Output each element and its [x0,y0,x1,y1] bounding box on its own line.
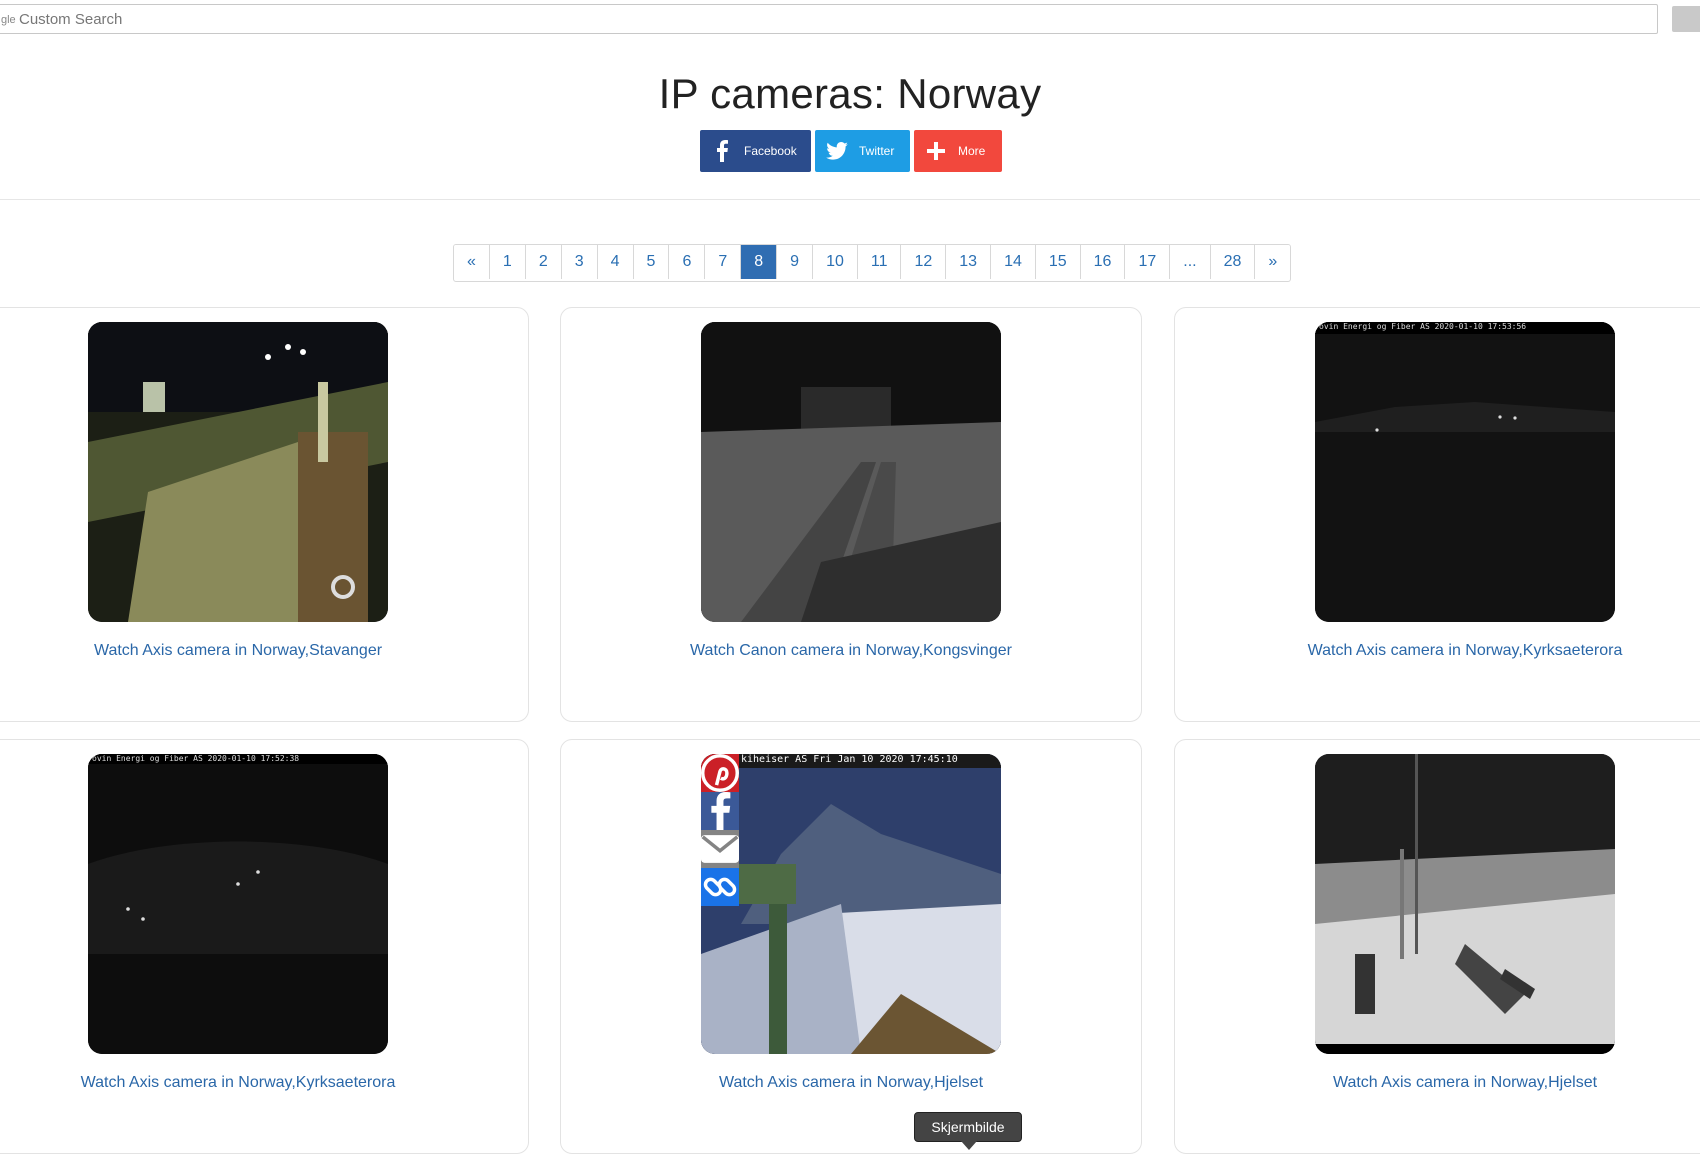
camera-timestamp: kiheiser AS Fri Jan 10 2020 17:45:10 [741,754,958,765]
search-brand: gle [1,14,16,26]
page-7[interactable]: 7 [705,245,742,279]
camera-thumbnail[interactable] [88,322,388,622]
search-input[interactable]: Custom Search [19,11,122,28]
more-share-button[interactable]: More [914,130,1002,172]
page-17[interactable]: 17 [1125,245,1171,279]
link-icon[interactable] [701,868,739,906]
camera-card: kiheiser AS Fri Jan 10 2020 17:45:10 Wat… [560,739,1142,1154]
page-6[interactable]: 6 [669,245,706,279]
camera-thumbnail[interactable]: kiheiser AS Fri Jan 10 2020 17:45:10 [701,754,1001,1054]
twitter-share-button[interactable]: Twitter [815,130,910,172]
camera-card: Watch Axis camera in Norway,Hjelset [1174,739,1700,1154]
page-14[interactable]: 14 [991,245,1036,279]
share-bar: Facebook Twitter More [700,130,1002,172]
camera-link[interactable]: Watch Axis camera in Norway,Stavanger [0,642,528,660]
more-share-label: More [958,144,986,158]
page-4[interactable]: 4 [597,245,634,279]
page-1[interactable]: 1 [489,245,526,279]
header-divider [0,199,1700,200]
search-bar[interactable]: gle Custom Search [0,4,1658,34]
page-9[interactable]: 9 [777,245,814,279]
twitter-share-label: Twitter [859,144,895,158]
camera-thumbnail[interactable] [701,322,1001,622]
page-next[interactable]: » [1255,245,1291,279]
camera-card: Watch Axis camera in Norway,Stavanger [0,307,529,722]
page-title: IP cameras: Norway [658,70,1042,117]
page-13[interactable]: 13 [946,245,992,279]
pinterest-icon[interactable] [701,754,739,792]
page-11[interactable]: 11 [857,245,902,279]
facebook-icon[interactable] [701,792,739,830]
camera-thumbnail[interactable] [1315,754,1615,1054]
twitter-icon [815,142,859,160]
page-28[interactable]: 28 [1210,245,1256,279]
page-3[interactable]: 3 [561,245,598,279]
camera-card: ovin Energi og Fiber AS 2020-01-10 17:53… [1174,307,1700,722]
camera-card: Watch Canon camera in Norway,Kongsvinger [560,307,1142,722]
camera-link[interactable]: Watch Axis camera in Norway,Kyrksaeteror… [1175,642,1700,660]
search-button[interactable] [1672,6,1700,32]
camera-link[interactable]: Watch Axis camera in Norway,Hjelset [561,1074,1141,1092]
camera-thumbnail[interactable]: ovin Energi og Fiber AS 2020-01-10 17:53… [1315,322,1615,622]
pagination: « 1 2 3 4 5 6 7 8 9 10 11 12 13 14 15 16… [453,244,1292,282]
page-8-current[interactable]: 8 [741,245,778,279]
screenshot-tooltip: Skjermbilde [914,1112,1022,1150]
camera-link[interactable]: Watch Axis camera in Norway,Kyrksaeteror… [0,1074,528,1092]
page-5[interactable]: 5 [633,245,670,279]
camera-link[interactable]: Watch Canon camera in Norway,Kongsvinger [561,642,1141,660]
page-prev[interactable]: « [454,245,490,279]
email-icon[interactable] [701,830,739,868]
page-15[interactable]: 15 [1035,245,1081,279]
facebook-share-label: Facebook [744,144,797,158]
facebook-share-button[interactable]: Facebook [700,130,811,172]
page-16[interactable]: 16 [1080,245,1126,279]
image-share-stack [701,754,739,906]
plus-icon [914,142,958,160]
camera-thumbnail[interactable]: ovin Energi og Fiber AS 2020-01-10 17:52… [88,754,388,1054]
camera-link[interactable]: Watch Axis camera in Norway,Hjelset [1175,1074,1700,1092]
camera-card: ovin Energi og Fiber AS 2020-01-10 17:52… [0,739,529,1154]
facebook-icon [700,140,744,162]
page-ellipsis: ... [1170,245,1211,279]
page-12[interactable]: 12 [901,245,947,279]
camera-timestamp: ovin Energi og Fiber AS 2020-01-10 17:52… [92,754,300,763]
page-2[interactable]: 2 [525,245,562,279]
page-10[interactable]: 10 [813,245,858,279]
camera-timestamp: ovin Energi og Fiber AS 2020-01-10 17:53… [1319,322,1527,331]
